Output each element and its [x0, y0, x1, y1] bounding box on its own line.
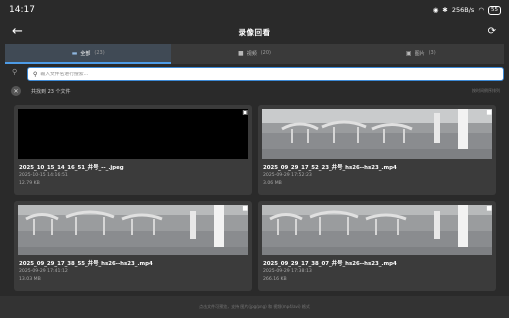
scene-thumbnail-image [18, 205, 248, 255]
eye-icon: ◉ [432, 6, 439, 14]
refresh-icon[interactable]: ⟳ [488, 24, 496, 40]
tab-all-label: 全部 [80, 50, 91, 57]
search-field-icon: ⚲ [33, 70, 38, 78]
video-type-icon: ■ [486, 205, 492, 212]
file-size: 12.79 KB [19, 181, 40, 186]
image-icon: ▣ [405, 49, 412, 57]
file-size: 3.06 MB [263, 181, 282, 186]
status-bar: 14:17 ◉ ✱ 256B/s ◠ 55 [0, 0, 509, 20]
search-bar: ⚲ ⚲ [5, 66, 504, 81]
result-summary: ✕ 共找到 23 个文件 按时间倒序排列 [5, 84, 504, 98]
tab-image-count: (3) [428, 50, 436, 56]
search-box[interactable]: ⚲ [27, 67, 504, 81]
search-icon: ⚲ [12, 68, 18, 76]
wifi-icon: ◠ [478, 6, 484, 14]
file-thumbnail [18, 205, 248, 255]
video-icon: ■ [238, 49, 244, 57]
file-name: 2025_09_29_17_38_55_井号_hs26--hs23_.mp4 [19, 261, 153, 267]
battery-indicator: 55 [488, 5, 501, 15]
folder-icon: ▬ [71, 49, 78, 57]
file-thumbnail [18, 109, 248, 159]
file-size: 13.03 MB [19, 277, 41, 282]
scene-thumbnail-image [262, 109, 492, 159]
result-count: 共找到 23 个文件 [31, 88, 71, 95]
app-screen: 14:17 ◉ ✱ 256B/s ◠ 55 ← 录像回看 ⟳ ▬ 全部 (23)… [0, 0, 509, 318]
file-grid: ▣ 2025_10_15_14_16_51_井号_--_.jpeg 2025-1… [14, 105, 496, 293]
network-speed: 256B/s [451, 6, 475, 14]
app-header: ← 录像回看 ⟳ [0, 20, 509, 44]
file-size: 266.16 KB [263, 277, 287, 282]
file-date: 2025-09-29 17:38:13 [263, 269, 312, 274]
sort-hint: 按时间倒序排列 [472, 88, 500, 93]
search-input[interactable] [40, 71, 441, 77]
tab-all-count: (23) [94, 50, 105, 56]
image-type-icon: ▣ [242, 109, 248, 116]
bluetooth-icon: ✱ [442, 6, 448, 14]
tab-image[interactable]: ▣ 图片 (3) [337, 44, 504, 64]
video-type-icon: ■ [486, 109, 492, 116]
footer-hint: 点击文件可预览，支持 图片(jpg/png) 和 视频(mp4/avi) 格式 [0, 296, 509, 318]
footer-text: 点击文件可预览，支持 图片(jpg/png) 和 视频(mp4/avi) 格式 [199, 304, 310, 309]
file-thumbnail [262, 205, 492, 255]
tab-all[interactable]: ▬ 全部 (23) [5, 44, 172, 64]
tab-image-label: 图片 [414, 50, 425, 57]
file-card[interactable]: ■ 2025_09_29_17_52_23_井号_hs26--hs23_.mp4… [258, 105, 496, 195]
file-date: 2025-09-29 17:41:12 [19, 269, 68, 274]
file-card[interactable]: ■ 2025_09_29_17_38_55_井号_hs26--hs23_.mp4… [14, 201, 252, 291]
status-time: 14:17 [9, 5, 35, 15]
file-name: 2025_09_29_17_38_07_井号_hs26--hs23_.mp4 [263, 261, 397, 267]
page-title: 录像回看 [238, 27, 271, 37]
filter-tabs: ▬ 全部 (23) ■ 视频 (20) ▣ 图片 (3) [5, 44, 504, 64]
file-card[interactable]: ■ 2025_09_29_17_38_07_井号_hs26--hs23_.mp4… [258, 201, 496, 291]
file-date: 2025-10-15 14:16:51 [19, 173, 68, 178]
scene-thumbnail-image [262, 205, 492, 255]
clear-filter-button[interactable]: ✕ [11, 86, 21, 96]
file-name: 2025_10_15_14_16_51_井号_--_.jpeg [19, 165, 124, 171]
video-type-icon: ■ [242, 205, 248, 212]
tab-video-count: (20) [260, 50, 271, 56]
tab-video-label: 视频 [246, 50, 257, 57]
file-name: 2025_09_29_17_52_23_井号_hs26--hs23_.mp4 [263, 165, 397, 171]
file-thumbnail [262, 109, 492, 159]
back-arrow-icon[interactable]: ← [12, 23, 23, 41]
file-date: 2025-09-29 17:52:23 [263, 173, 312, 178]
tab-video[interactable]: ■ 视频 (20) [171, 44, 338, 64]
status-icons: ◉ ✱ 256B/s ◠ 55 [432, 5, 501, 15]
file-card[interactable]: ▣ 2025_10_15_14_16_51_井号_--_.jpeg 2025-1… [14, 105, 252, 195]
